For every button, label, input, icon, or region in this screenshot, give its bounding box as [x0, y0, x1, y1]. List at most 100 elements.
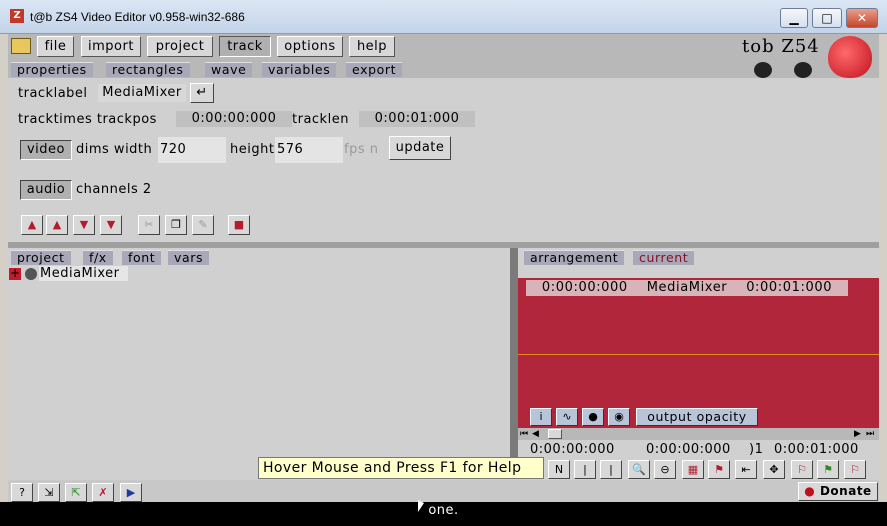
play-icon[interactable]: ▶: [120, 483, 142, 502]
height-label: height: [230, 142, 275, 157]
trackpos-field[interactable]: 0:00:00:000: [176, 111, 292, 127]
info-icon[interactable]: i: [530, 408, 552, 426]
cut-icon[interactable]: ✂: [138, 215, 160, 235]
tree-panel: + MediaMixer: [8, 266, 510, 480]
time-readout-4: 0:00:01:000: [774, 442, 859, 457]
enter-button[interactable]: ↵: [190, 83, 214, 103]
delete-track-icon[interactable]: ■: [228, 215, 250, 235]
timeline-area[interactable]: 0:00:00:000 MediaMixer 0:00:01:000 i ∿ ●…: [518, 278, 879, 428]
menu-help[interactable]: help: [349, 36, 395, 57]
tracktimes-label: tracktimes trackpos: [18, 112, 157, 127]
move-up-button[interactable]: ▲: [46, 215, 68, 235]
paste-icon[interactable]: ✎: [192, 215, 214, 235]
tracklen-field[interactable]: 0:00:01:000: [359, 111, 475, 127]
mixer-icon: [25, 268, 37, 280]
tools-icon[interactable]: ✗: [92, 483, 114, 502]
window-title: t@b ZS4 Video Editor v0.958-win32-686: [30, 10, 245, 24]
tree-item-mediamixer[interactable]: MediaMixer: [39, 266, 128, 281]
clip-start: 0:00:00:000: [541, 280, 628, 295]
waveform-icon[interactable]: ∿: [556, 408, 578, 426]
tab-export[interactable]: export: [346, 62, 403, 77]
move-top-button[interactable]: ▲: [21, 215, 43, 235]
update-button[interactable]: update: [389, 136, 451, 160]
tab-wave[interactable]: wave: [205, 62, 253, 77]
tab-font[interactable]: font: [122, 250, 162, 265]
tab-fx[interactable]: f/x: [83, 250, 113, 265]
copy-icon[interactable]: ❐: [165, 215, 187, 235]
scroll-right-button[interactable]: ▶: [854, 428, 864, 440]
vertical-splitter[interactable]: [510, 248, 518, 458]
donate-button[interactable]: ● Donate: [798, 482, 878, 501]
scroll-end-button[interactable]: ⏭: [866, 428, 876, 440]
film-icon[interactable]: ▦: [682, 460, 704, 479]
video-toggle[interactable]: video: [20, 140, 72, 160]
tab-arrangement[interactable]: arrangement: [524, 250, 625, 265]
scroll-left-button[interactable]: ◀: [532, 428, 542, 440]
dims-width-label: dims width: [76, 142, 153, 157]
zoom-out-icon[interactable]: ⊖: [654, 460, 676, 479]
mark-out-button[interactable]: |: [600, 460, 622, 479]
close-button[interactable]: ✕: [846, 8, 878, 28]
export-icon[interactable]: ⇱: [65, 483, 87, 502]
move-down-button[interactable]: ▼: [73, 215, 95, 235]
menu-bar: file import project track options help p…: [8, 34, 879, 78]
status-bar: one.: [0, 502, 887, 526]
face-icon-2: [794, 62, 812, 78]
timeline-clip[interactable]: 0:00:00:000 MediaMixer 0:00:01:000: [526, 280, 848, 296]
minimize-button[interactable]: ▁: [780, 8, 808, 28]
menu-track[interactable]: track: [219, 36, 271, 57]
link-icon[interactable]: ●: [582, 408, 604, 426]
record-icon[interactable]: ◉: [608, 408, 630, 426]
split-button[interactable]: |: [574, 460, 596, 479]
marker-add-icon[interactable]: ⚑: [817, 460, 839, 479]
menu-project[interactable]: project: [147, 36, 213, 57]
clip-end: 0:00:01:000: [746, 280, 833, 295]
scroll-start-button[interactable]: ⏮: [520, 428, 530, 440]
width-input[interactable]: 720: [158, 137, 226, 163]
scroll-thumb[interactable]: [548, 429, 562, 439]
status-text: one.: [428, 503, 459, 518]
time-readout-3: )1: [749, 442, 764, 457]
app-logo: tob Z54: [736, 34, 879, 78]
face-icon: [754, 62, 772, 78]
import-icon[interactable]: ⇲: [38, 483, 60, 502]
app-icon: Z: [10, 9, 24, 23]
flag-icon[interactable]: ⚑: [708, 460, 730, 479]
strawberry-small-icon: ●: [804, 484, 816, 498]
tab-rectangles[interactable]: rectangles: [106, 62, 190, 77]
tab-current[interactable]: current: [633, 250, 695, 265]
menu-options[interactable]: options: [277, 36, 343, 57]
strawberry-icon: [828, 36, 872, 78]
zoom-in-icon[interactable]: 🔍: [628, 460, 650, 479]
tracklen-label: tracklen: [292, 112, 349, 127]
clip-name: MediaMixer: [646, 280, 728, 295]
logo-text: tob Z54: [742, 36, 820, 57]
timeline-scrollbar[interactable]: ⏮ ◀ ▶ ⏭: [518, 428, 879, 440]
app-area: file import project track options help p…: [8, 34, 879, 518]
tree-expand-icon[interactable]: +: [9, 267, 21, 280]
channels-label: channels 2: [76, 182, 152, 197]
maximize-button[interactable]: □: [812, 8, 842, 28]
goto-start-icon[interactable]: ⇤: [735, 460, 757, 479]
height-input[interactable]: 576: [275, 137, 343, 163]
help-tooltip: Hover Mouse and Press F1 for Help: [258, 457, 544, 479]
tab-variables[interactable]: variables: [262, 62, 337, 77]
move-bottom-button[interactable]: ▼: [100, 215, 122, 235]
tab-properties[interactable]: properties: [11, 62, 93, 77]
output-opacity-button[interactable]: output opacity: [636, 408, 758, 426]
menu-file[interactable]: file: [37, 36, 74, 57]
time-readout-1: 0:00:00:000: [530, 442, 615, 457]
help-icon[interactable]: ?: [11, 483, 33, 502]
folder-icon[interactable]: [11, 38, 31, 54]
audio-toggle[interactable]: audio: [20, 180, 72, 200]
tracklabel-input[interactable]: MediaMixer: [98, 84, 186, 102]
menu-import[interactable]: import: [81, 36, 141, 57]
snap-icon[interactable]: ✥: [763, 460, 785, 479]
tracklabel-label: tracklabel: [18, 86, 88, 101]
tab-vars[interactable]: vars: [168, 250, 210, 265]
marker-left-icon[interactable]: ⚐: [791, 460, 813, 479]
splitter[interactable]: [8, 242, 879, 248]
marker-right-icon[interactable]: ⚐: [844, 460, 866, 479]
mark-in-button[interactable]: N: [548, 460, 570, 479]
tab-project[interactable]: project: [11, 250, 71, 265]
